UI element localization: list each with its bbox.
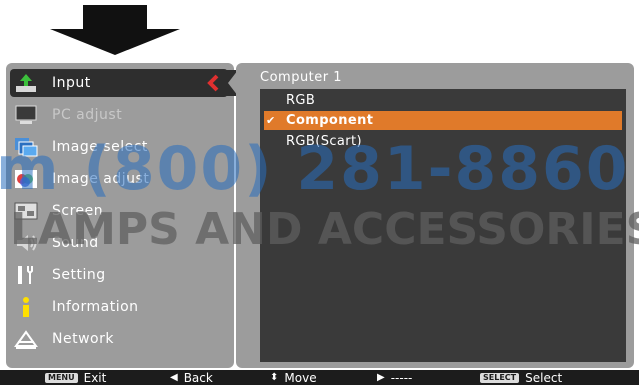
menu-label: PC adjust	[52, 107, 123, 123]
option-rgb-scart[interactable]: RGB(Scart)	[264, 132, 622, 151]
image-adjust-icon	[14, 168, 38, 190]
option-list: RGB ✔ Component RGB(Scart)	[260, 89, 626, 362]
submenu-panel: Computer 1 RGB ✔ Component RGB(Scart)	[236, 63, 634, 368]
menu-label: Input	[52, 75, 91, 91]
hint-label: Select	[525, 370, 563, 385]
right-triangle-icon: ▶	[377, 372, 385, 383]
menu-label: Setting	[52, 267, 106, 283]
setting-icon	[14, 264, 38, 286]
menu-item-information[interactable]: Information	[10, 293, 228, 321]
menu-item-image-select[interactable]: Image select	[10, 133, 228, 161]
hint-label: Back	[183, 370, 213, 385]
menu-label: Network	[52, 331, 114, 347]
information-icon	[14, 296, 38, 318]
option-label: RGB(Scart)	[286, 134, 362, 149]
menu-label: Screen	[52, 203, 104, 219]
hint-label: Exit	[83, 370, 107, 385]
hint-label: Move	[284, 370, 317, 385]
sound-icon	[14, 232, 38, 254]
hint-label: -----	[390, 370, 413, 385]
select-key-badge: SELECT	[480, 372, 520, 383]
menu-label: Sound	[52, 235, 99, 251]
option-label: Component	[286, 113, 374, 128]
menu-item-input[interactable]: Input	[10, 69, 228, 97]
option-component[interactable]: ✔ Component	[264, 111, 622, 130]
checkmark-icon: ✔	[266, 114, 276, 127]
hint-exit: MENU Exit	[45, 370, 106, 385]
menu-item-screen[interactable]: Screen	[10, 197, 228, 225]
main-menu: Input PC adjust Image select Image adjus…	[6, 63, 234, 368]
hint-next: ▶ -----	[377, 370, 412, 385]
hint-bar: MENU Exit ◀ Back ⬍ Move ▶ ----- SELECT S…	[0, 370, 639, 385]
hint-back: ◀ Back	[170, 370, 213, 385]
screen-icon	[14, 200, 38, 222]
down-arrow-icon	[50, 5, 180, 55]
menu-item-image-adjust[interactable]: Image adjust	[10, 165, 228, 193]
menu-label: Information	[52, 299, 139, 315]
network-icon	[14, 328, 38, 350]
menu-key-badge: MENU	[45, 372, 78, 383]
menu-label: Image select	[52, 139, 148, 155]
menu-item-network[interactable]: Network	[10, 325, 228, 353]
input-icon	[14, 72, 38, 94]
image-select-icon	[14, 136, 38, 158]
hint-move: ⬍ Move	[270, 370, 317, 385]
submenu-title: Computer 1	[260, 70, 343, 85]
pc-adjust-icon	[14, 104, 38, 126]
menu-item-setting[interactable]: Setting	[10, 261, 228, 289]
up-down-arrow-icon: ⬍	[270, 372, 279, 383]
menu-item-sound[interactable]: Sound	[10, 229, 228, 257]
chevron-left-icon[interactable]	[206, 74, 220, 92]
hint-select: SELECT Select	[480, 370, 562, 385]
option-label: RGB	[286, 93, 316, 108]
menu-item-pc-adjust[interactable]: PC adjust	[10, 101, 228, 129]
left-triangle-icon: ◀	[170, 372, 178, 383]
menu-label: Image adjust	[52, 171, 150, 187]
option-rgb[interactable]: RGB	[264, 91, 622, 110]
